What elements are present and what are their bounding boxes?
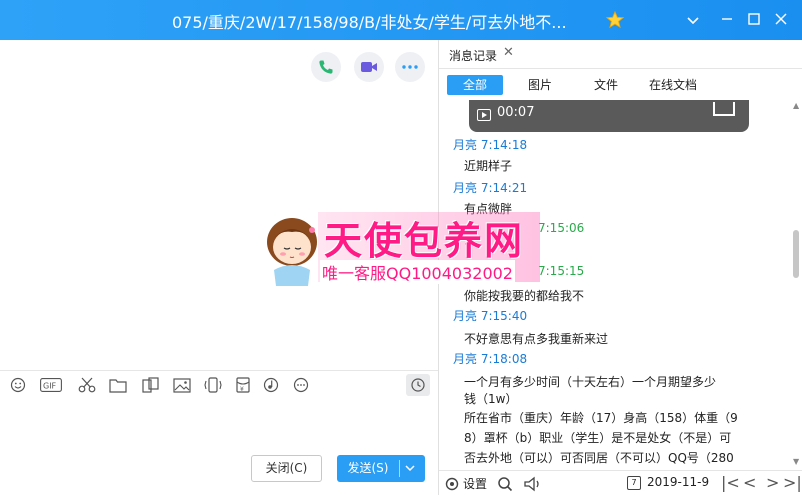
gif-icon[interactable]: GIF xyxy=(40,376,62,394)
last-page-icon[interactable]: >| xyxy=(783,473,802,492)
scroll-thumb[interactable] xyxy=(793,230,799,278)
video-message[interactable]: 00:07 xyxy=(469,100,749,132)
shake-icon[interactable] xyxy=(204,376,222,394)
svg-text:¥: ¥ xyxy=(240,386,244,393)
cartoon-girl-icon xyxy=(267,218,317,286)
image-icon[interactable] xyxy=(173,376,191,394)
watermark-title: 天使包养网 xyxy=(324,218,525,263)
filter-files[interactable]: 文件 xyxy=(589,75,623,95)
message-header: 月亮 7:14:21 xyxy=(453,181,528,195)
play-icon[interactable] xyxy=(477,109,491,121)
gear-icon xyxy=(445,477,459,490)
star-icon[interactable] xyxy=(606,11,624,29)
message-text-line: 钱（1w） xyxy=(464,392,518,406)
previous-page-icon[interactable]: < xyxy=(743,473,756,492)
window-title: 075/重庆/2W/17/158/98/B/非处女/学生/可去外地不... xyxy=(172,13,567,32)
history-scrollbar[interactable]: ▲ ▼ xyxy=(791,100,802,468)
history-date: 2019-11-9 xyxy=(647,475,710,489)
chevron-down-icon[interactable] xyxy=(683,10,703,30)
filter-all[interactable]: 全部 xyxy=(447,75,503,95)
tab-message-history[interactable]: 消息记录 ✕ xyxy=(439,40,519,68)
watermark-contact: 唯一客服QQ1004032002 xyxy=(320,260,515,284)
history-tab-title: 消息记录 xyxy=(449,49,498,63)
message-text: 你能按我要的都给我不 xyxy=(464,289,585,303)
filter-online-docs[interactable]: 在线文档 xyxy=(645,75,701,95)
red-packet-icon[interactable]: ¥ xyxy=(234,376,252,394)
message-header: 7:15:06 xyxy=(538,221,585,235)
close-button[interactable]: 关闭(C) xyxy=(251,455,322,482)
video-camera-icon xyxy=(361,62,377,72)
settings-button[interactable]: 设置 xyxy=(445,475,487,492)
first-page-icon[interactable]: |< xyxy=(721,473,740,492)
minimize-icon[interactable] xyxy=(717,10,737,30)
more-options-button[interactable] xyxy=(395,52,425,82)
maximize-icon[interactable] xyxy=(744,10,764,30)
close-tab-icon[interactable]: ✕ xyxy=(503,45,514,60)
history-footer: 设置 7 2019-11-9 |< < > >| xyxy=(439,470,802,495)
clock-icon xyxy=(411,378,425,392)
svg-text:GIF: GIF xyxy=(43,382,57,391)
emoji-icon[interactable] xyxy=(9,376,27,394)
filter-images[interactable]: 图片 xyxy=(523,75,557,95)
message-text-line: 所在省市（重庆）年龄（17）身高（158）体重（9 xyxy=(464,411,738,425)
message-header: 月亮 7:18:08 xyxy=(453,352,528,366)
message-header: 月亮 7:14:18 xyxy=(453,138,528,152)
send-options-chevron-icon[interactable] xyxy=(404,461,416,475)
more-tools-icon[interactable] xyxy=(292,376,310,394)
calendar-icon[interactable]: 7 xyxy=(627,476,641,490)
download-icon[interactable] xyxy=(713,102,735,116)
send-label: 发送(S) xyxy=(347,461,389,475)
music-icon[interactable] xyxy=(262,376,280,394)
close-icon[interactable] xyxy=(771,10,791,30)
video-call-button[interactable] xyxy=(354,52,384,82)
scissors-icon[interactable] xyxy=(78,376,96,394)
sticker-icon[interactable] xyxy=(142,376,160,394)
message-text: 近期样子 xyxy=(464,159,513,173)
speaker-icon[interactable] xyxy=(523,475,543,492)
scroll-down-icon[interactable]: ▼ xyxy=(793,458,801,466)
send-divider xyxy=(399,460,400,477)
next-page-icon[interactable]: > xyxy=(766,473,779,492)
title-bar: 075/重庆/2W/17/158/98/B/非处女/学生/可去外地不... xyxy=(0,0,802,40)
phone-icon xyxy=(319,60,333,74)
message-header: 7:15:15 xyxy=(538,264,585,278)
history-button[interactable] xyxy=(406,374,430,396)
input-toolbar: GIF ¥ xyxy=(0,370,438,398)
watermark: 天使包养网 唯一客服QQ1004032002 xyxy=(262,208,542,286)
message-text-line: 一个月有多少时间（十天左右）一个月期望多少 xyxy=(464,375,717,389)
message-text-line: 8）罩杯（b）职业（学生）是不是处女（不是）可 xyxy=(464,431,732,445)
video-duration: 00:07 xyxy=(497,105,535,120)
tab-underline xyxy=(439,68,802,69)
more-icon xyxy=(402,65,418,69)
message-text: 不好意思有点多我重新来过 xyxy=(464,332,609,346)
settings-label: 设置 xyxy=(463,477,488,491)
send-button[interactable]: 发送(S) xyxy=(337,455,425,482)
search-icon[interactable] xyxy=(497,475,513,492)
phone-call-button[interactable] xyxy=(311,52,341,82)
folder-icon[interactable] xyxy=(109,376,127,394)
message-header: 月亮 7:15:40 xyxy=(453,309,528,323)
scroll-up-icon[interactable]: ▲ xyxy=(793,102,801,110)
message-text-line: 否去外地（可以）可否同居（不可以）QQ号（280 xyxy=(464,451,734,464)
